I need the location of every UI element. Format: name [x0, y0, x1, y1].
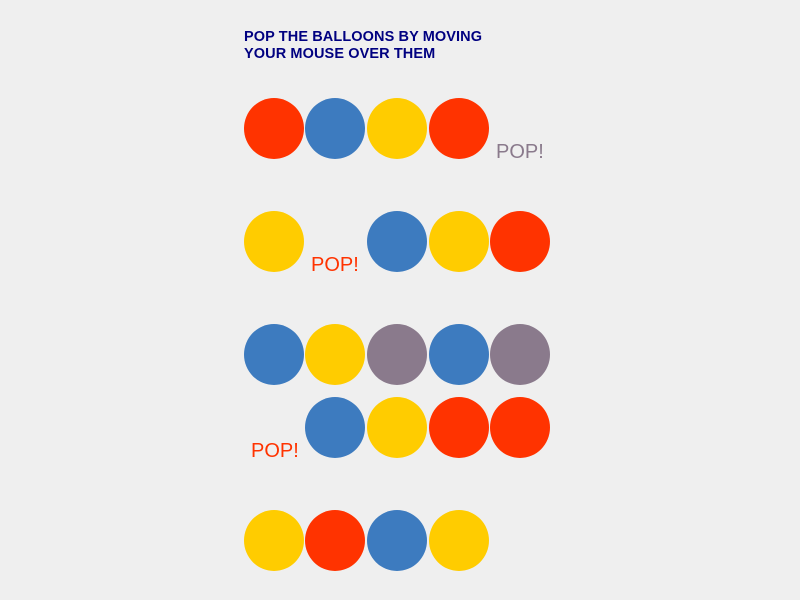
- instructions-line-2: YOUR MOUSE OVER THEM: [244, 46, 436, 62]
- balloon-blue[interactable]: [244, 324, 304, 385]
- balloon-blue[interactable]: [305, 98, 365, 159]
- balloon-yellow[interactable]: [429, 211, 489, 272]
- balloon-blue[interactable]: [367, 510, 427, 571]
- balloon-yellow[interactable]: [367, 98, 427, 159]
- balloon-yellow[interactable]: [305, 324, 365, 385]
- balloon-red[interactable]: [305, 510, 365, 571]
- balloon-yellow[interactable]: [244, 211, 304, 272]
- balloon-blue[interactable]: [305, 397, 365, 458]
- balloon-yellow[interactable]: [367, 397, 427, 458]
- balloon-blue[interactable]: [367, 211, 427, 272]
- pop-label: POP!: [311, 254, 359, 276]
- balloon-red[interactable]: [490, 397, 550, 458]
- instructions-line-1: POP THE BALLOONS BY MOVING: [244, 29, 483, 45]
- balloon-blue[interactable]: [429, 324, 489, 385]
- balloon-red[interactable]: [429, 98, 489, 159]
- balloon-red[interactable]: [490, 211, 550, 272]
- balloon-red[interactable]: [244, 98, 304, 159]
- pop-label: POP!: [251, 440, 299, 462]
- pop-label: POP!: [496, 141, 544, 163]
- balloon-purple[interactable]: [367, 324, 427, 385]
- balloon-purple[interactable]: [490, 324, 550, 385]
- balloon-yellow[interactable]: [429, 510, 489, 571]
- instructions-heading: POP THE BALLOONS BY MOVING YOUR MOUSE OV…: [244, 29, 482, 63]
- balloon-red[interactable]: [429, 397, 489, 458]
- balloon-yellow[interactable]: [244, 510, 304, 571]
